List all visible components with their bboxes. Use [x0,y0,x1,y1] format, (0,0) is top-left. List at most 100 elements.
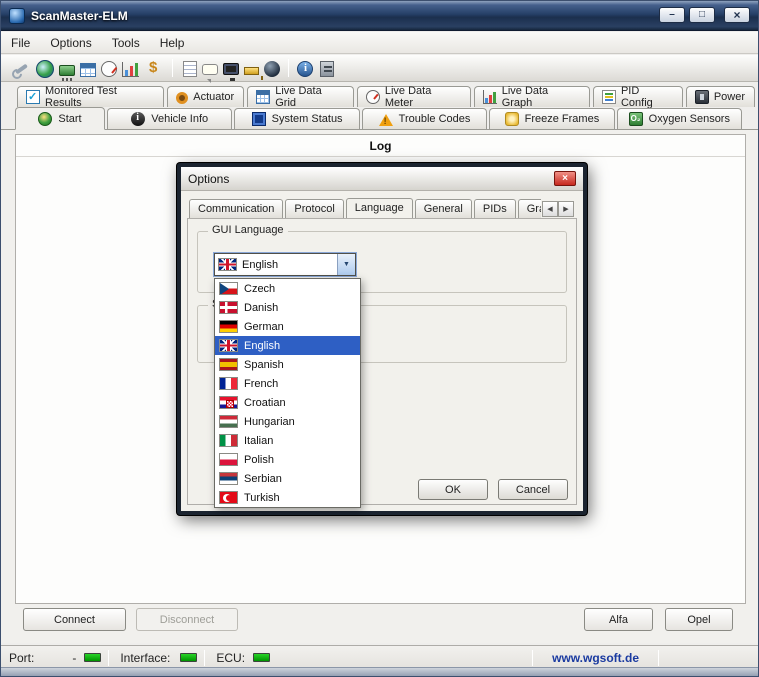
app-window: ScanMaster-ELM File Options Tools Help [0,0,759,677]
tab-monitored-test-results[interactable]: Monitored Test Results [17,86,164,107]
language-option-serbian[interactable]: Serbian [215,469,360,488]
tab-pid-config[interactable]: PID Config [593,86,683,107]
tab-scroll-left-icon[interactable] [542,201,558,217]
language-option-croatian[interactable]: Croatian [215,393,360,412]
test-results-icon [26,90,40,104]
main-tab-row: Start Vehicle Info System Status Trouble… [1,107,758,130]
tab-label: Start [58,113,81,125]
monitor-icon[interactable] [223,63,239,75]
tab-live-data-graph[interactable]: Live Data Graph [474,86,590,107]
globe-icon[interactable] [36,60,54,78]
option-label: Czech [244,283,275,295]
pid-config-icon [602,90,616,104]
tab-scroll-right-icon[interactable] [558,201,574,217]
notes-icon[interactable] [183,61,197,77]
comment-icon[interactable] [202,64,218,75]
tab-label: Live Data Meter [385,85,461,109]
toolbar [1,55,758,82]
menu-help[interactable]: Help [150,33,195,53]
interface-label: Interface: [120,651,170,665]
battery-icon[interactable] [244,67,259,75]
language-option-czech[interactable]: Czech [215,279,360,298]
tab-freeze-frames[interactable]: Freeze Frames [489,108,614,129]
tab-vehicle-info[interactable]: Vehicle Info [107,108,232,129]
dialog-title: Options [188,172,554,186]
system-status-icon [252,112,266,126]
combobox-value: English [242,259,337,271]
tab-language[interactable]: Language [346,198,413,218]
dialog-close-button[interactable] [554,171,576,186]
tab-label: Power [714,91,745,103]
connect-button[interactable]: Connect [23,608,126,631]
option-label: French [244,378,278,390]
disconnect-button[interactable]: Disconnect [136,608,238,631]
tab-live-data-meter[interactable]: Live Data Meter [357,86,471,107]
tab-start[interactable]: Start [15,107,105,130]
gui-language-combobox[interactable]: English [214,253,356,276]
tab-power[interactable]: Power [686,86,755,107]
dialog-body: Communication Protocol Language General … [181,191,583,511]
language-option-hungarian[interactable]: Hungarian [215,412,360,431]
language-option-french[interactable]: French [215,374,360,393]
menu-options[interactable]: Options [40,33,101,53]
language-option-english-selected[interactable]: English [215,336,360,355]
secondary-tab-row: Monitored Test Results Actuator Live Dat… [1,85,758,107]
tab-trouble-codes[interactable]: Trouble Codes [362,108,487,129]
language-option-danish[interactable]: Danish [215,298,360,317]
data-grid-icon[interactable] [80,63,96,77]
language-option-turkish[interactable]: Turkish [215,488,360,507]
tab-graph[interactable]: Graph [518,199,541,218]
tab-live-data-grid[interactable]: Live Data Grid [247,86,354,107]
data-chart-icon[interactable] [122,62,139,77]
toolbar-separator [288,59,289,77]
cancel-button[interactable]: Cancel [498,479,568,500]
tab-protocol[interactable]: Protocol [285,199,343,218]
sphere-icon[interactable] [264,61,280,77]
data-meter-icon[interactable] [101,61,117,77]
tab-pids[interactable]: PIDs [474,199,516,218]
info-icon[interactable] [297,61,313,77]
maximize-button[interactable] [689,7,715,23]
option-label: Italian [244,435,273,447]
minimize-button[interactable] [659,7,685,23]
wrench-plug-icon[interactable] [11,58,31,78]
currency-icon[interactable] [144,58,164,78]
status-separator [108,650,109,666]
tab-label: Live Data Graph [502,85,580,109]
ecu-chip-icon[interactable] [59,65,75,76]
tab-oxygen-sensors[interactable]: Oxygen Sensors [617,108,742,129]
grid-icon [256,90,270,104]
tab-actuator[interactable]: Actuator [167,86,244,107]
power-icon [695,90,709,104]
language-option-italian[interactable]: Italian [215,431,360,450]
language-option-spanish[interactable]: Spanish [215,355,360,374]
flag-spanish-icon [219,358,238,371]
status-separator [532,650,533,666]
tab-label: System Status [272,113,343,125]
opel-button[interactable]: Opel [665,608,733,631]
flag-czech-icon [219,282,238,295]
tab-system-status[interactable]: System Status [234,108,359,129]
status-separator [658,650,659,666]
combobox-dropdown-button[interactable] [337,254,355,275]
alfa-button[interactable]: Alfa [584,608,653,631]
tab-general[interactable]: General [415,199,472,218]
tab-communication[interactable]: Communication [189,199,283,218]
option-label: Croatian [244,397,286,409]
language-option-german[interactable]: German [215,317,360,336]
close-button[interactable] [724,7,750,23]
toolbar-separator [172,59,173,77]
website-link[interactable]: www.wgsoft.de [540,651,651,665]
card-reader-icon[interactable] [320,61,334,77]
flag-german-icon [219,320,238,333]
meter-icon [366,90,380,104]
dialog-tab-strip: Communication Protocol Language General … [189,198,541,218]
tab-label: Freeze Frames [525,113,600,125]
menu-file[interactable]: File [1,33,40,53]
menu-tools[interactable]: Tools [102,33,150,53]
language-option-polish[interactable]: Polish [215,450,360,469]
tab-label: Monitored Test Results [45,85,154,109]
tab-label: PID Config [621,85,673,109]
flag-croatian-icon [219,396,238,409]
ok-button[interactable]: OK [418,479,488,500]
